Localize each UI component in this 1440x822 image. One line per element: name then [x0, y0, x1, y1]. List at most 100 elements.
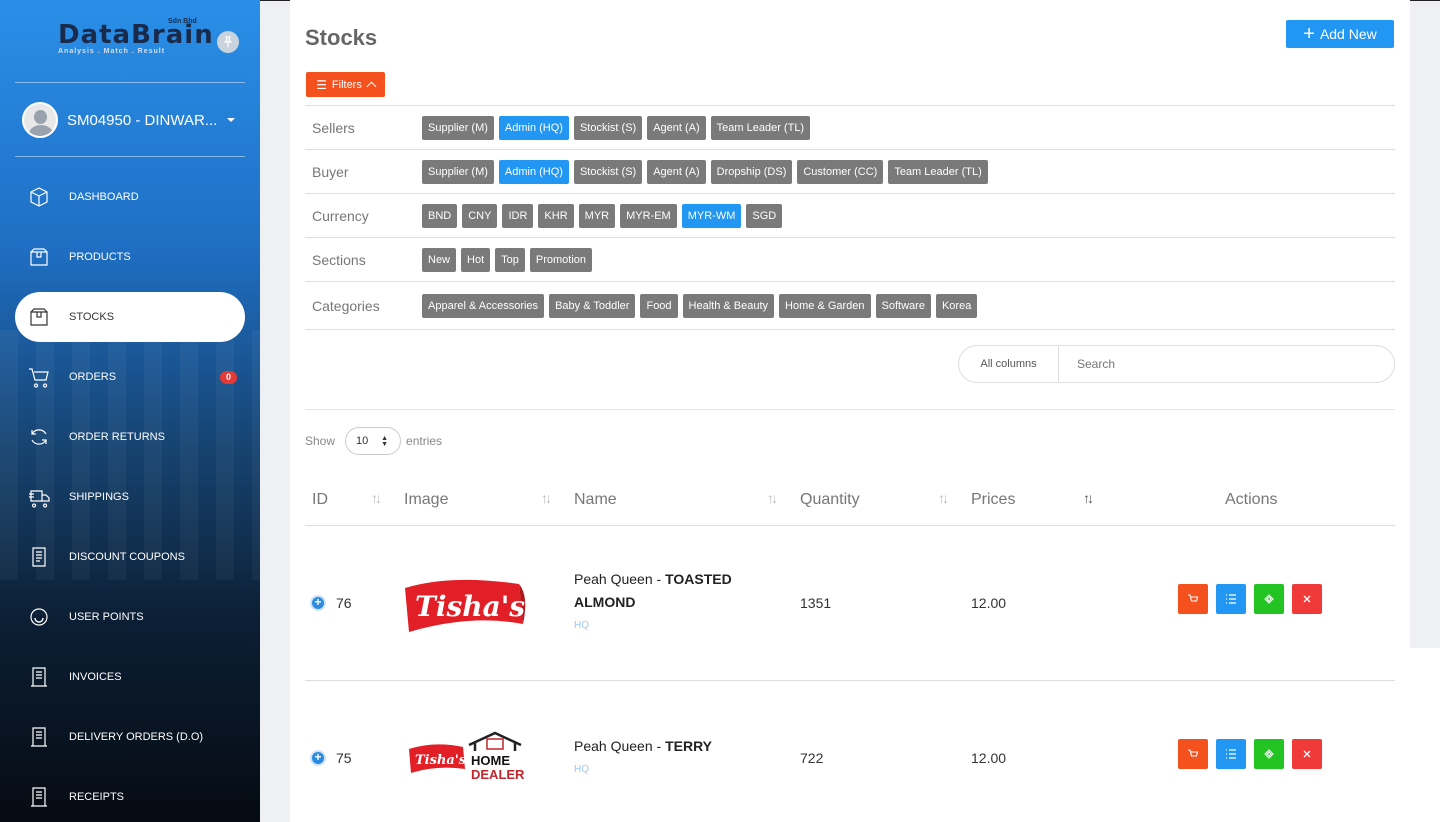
filter-chip[interactable]: Food [640, 293, 678, 318]
row-price: 12.00 [971, 750, 1007, 766]
filter-chip[interactable]: Home & Garden [779, 293, 871, 318]
filter-chip[interactable]: KHR [538, 203, 574, 228]
sidebar-item-order-returns[interactable]: ORDER RETURNS [15, 412, 245, 462]
product-image[interactable]: Tisha's HOME DEALER [407, 731, 529, 791]
search-scope-select[interactable]: All columns [959, 346, 1059, 382]
column-header-quantity[interactable]: Quantity [800, 491, 860, 509]
filter-chip[interactable]: Supplier (M) [422, 115, 494, 140]
filter-chip[interactable]: Software [875, 293, 931, 318]
column-header-image[interactable]: Image [404, 491, 448, 509]
sidebar-item-shippings[interactable]: SHIPPINGS [15, 472, 245, 522]
table-row: + 75 Tisha's HOME DEALER Peah Queen - TE… [305, 681, 1395, 822]
filter-chip[interactable]: New [422, 247, 457, 272]
filter-chip[interactable]: Dropship (DS) [710, 159, 793, 184]
filter-chip[interactable]: Team Leader (TL) [888, 159, 988, 184]
filter-chip[interactable]: Agent (A) [647, 115, 706, 140]
filter-chip[interactable]: Team Leader (TL) [710, 115, 811, 140]
sort-icon[interactable]: ↑↓ [541, 490, 552, 506]
chevron-up-icon [366, 81, 377, 91]
row-price: 12.00 [971, 595, 1007, 611]
link-icon[interactable] [1254, 584, 1284, 614]
sort-icon[interactable]: ↑↓ [767, 490, 778, 506]
sidebar-item-delivery-orders[interactable]: DELIVERY ORDERS (D.O) [15, 712, 245, 762]
filters-toggle-button[interactable]: ☰ Filters [306, 72, 385, 97]
filter-chip[interactable]: MYR-EM [620, 203, 677, 228]
product-name: Peah Queen - TERRY HQ [574, 735, 789, 781]
column-header-name[interactable]: Name [574, 491, 617, 509]
filter-chip[interactable]: Hot [461, 247, 491, 272]
sidebar-item-orders[interactable]: ORDERS 0 [15, 352, 245, 402]
menu-icon: ☰ [316, 77, 327, 92]
close-icon[interactable] [1292, 739, 1322, 769]
column-header-actions: Actions [1225, 491, 1278, 508]
document-icon [27, 785, 51, 809]
filter-chip[interactable]: Stockist (S) [573, 115, 643, 140]
sidebar-item-products[interactable]: PRODUCTS [15, 232, 245, 282]
list-icon[interactable] [1216, 584, 1246, 614]
sidebar-item-discount-coupons[interactable]: DISCOUNT COUPONS [15, 532, 245, 582]
sort-icon[interactable]: ↑↓ [938, 490, 949, 506]
filter-chip[interactable]: Agent (A) [647, 159, 706, 184]
product-image[interactable]: Tisha's [401, 566, 537, 646]
filter-chip[interactable]: Promotion [529, 247, 593, 272]
table-header: ID ↑↓ Image ↑↓ Name ↑↓ Quantity ↑↓ Price… [305, 476, 1395, 526]
column-header-prices[interactable]: Prices [971, 491, 1015, 509]
filter-chip[interactable]: Stockist (S) [573, 159, 643, 184]
truck-icon [27, 485, 51, 509]
brand-logo[interactable]: DataBrain Sdn Bhd Analysis . Match . Res… [58, 18, 213, 64]
filter-chip[interactable]: CNY [462, 203, 498, 228]
sidebar-divider [15, 82, 245, 83]
sidebar: DataBrain Sdn Bhd Analysis . Match . Res… [0, 0, 260, 822]
sidebar-item-dashboard[interactable]: DASHBOARD [15, 172, 245, 222]
filter-chip[interactable]: IDR [502, 203, 534, 228]
add-new-button[interactable]: + Add New [1286, 20, 1394, 48]
filter-chip[interactable]: SGD [746, 203, 783, 228]
filter-label: Sellers [312, 119, 355, 136]
row-actions [1178, 584, 1330, 614]
expand-row-icon[interactable]: + [310, 750, 326, 766]
refresh-icon [27, 425, 51, 449]
filter-label: Currency [312, 207, 369, 224]
sidebar-item-invoices[interactable]: INVOICES [15, 652, 245, 702]
link-icon[interactable] [1254, 739, 1284, 769]
filter-row-buyer: Buyer Supplier (M) Admin (HQ) Stockist (… [305, 150, 1395, 194]
pin-icon[interactable] [217, 31, 239, 53]
search-input[interactable] [1059, 357, 1379, 371]
sidebar-item-receipts[interactable]: RECEIPTS [15, 772, 245, 822]
filter-chip[interactable]: Admin (HQ) [498, 115, 569, 140]
sidebar-item-user-points[interactable]: USER POINTS [15, 592, 245, 642]
expand-row-icon[interactable]: + [310, 595, 326, 611]
filter-chip[interactable]: BND [422, 203, 458, 228]
sidebar-item-label: DASHBOARD [69, 191, 139, 203]
filter-row-categories: Categories Apparel & Accessories Baby & … [305, 282, 1395, 330]
filter-chip[interactable]: Apparel & Accessories [422, 293, 545, 318]
filter-chip[interactable]: MYR [578, 203, 616, 228]
product-owner: HQ [574, 620, 589, 631]
sort-desc-icon[interactable]: ↑↓ [1083, 490, 1094, 506]
close-icon[interactable] [1292, 584, 1322, 614]
filter-chip[interactable]: Supplier (M) [422, 159, 494, 184]
filter-chip[interactable]: Top [495, 247, 525, 272]
filter-chip[interactable]: Korea [935, 293, 978, 318]
list-icon[interactable] [1216, 739, 1246, 769]
sidebar-item-label: SHIPPINGS [69, 491, 129, 503]
filter-chip[interactable]: Baby & Toddler [549, 293, 636, 318]
user-menu[interactable]: SM04950 - DINWAR... [22, 102, 236, 138]
cart-icon[interactable] [1178, 739, 1208, 769]
row-id: 75 [336, 750, 352, 766]
cart-icon[interactable] [1178, 584, 1208, 614]
sort-icon[interactable]: ↑↓ [371, 490, 382, 506]
sidebar-item-stocks[interactable]: STOCKS [15, 292, 245, 342]
filter-chip[interactable]: MYR-WM [681, 203, 742, 228]
column-header-id[interactable]: ID [312, 491, 328, 509]
filter-chip[interactable]: Admin (HQ) [498, 159, 569, 184]
divider [305, 409, 1395, 410]
filter-chip[interactable]: Customer (CC) [797, 159, 884, 184]
filter-chip[interactable]: Health & Beauty [682, 293, 775, 318]
product-brand: Peah Queen - [574, 571, 666, 587]
product-logo-text: Tisha's [415, 753, 467, 768]
sidebar-item-label: INVOICES [69, 671, 122, 683]
document-icon [27, 665, 51, 689]
page-title: Stocks [305, 25, 378, 50]
entries-select[interactable]: 10 ▲ ▼ [345, 427, 402, 455]
